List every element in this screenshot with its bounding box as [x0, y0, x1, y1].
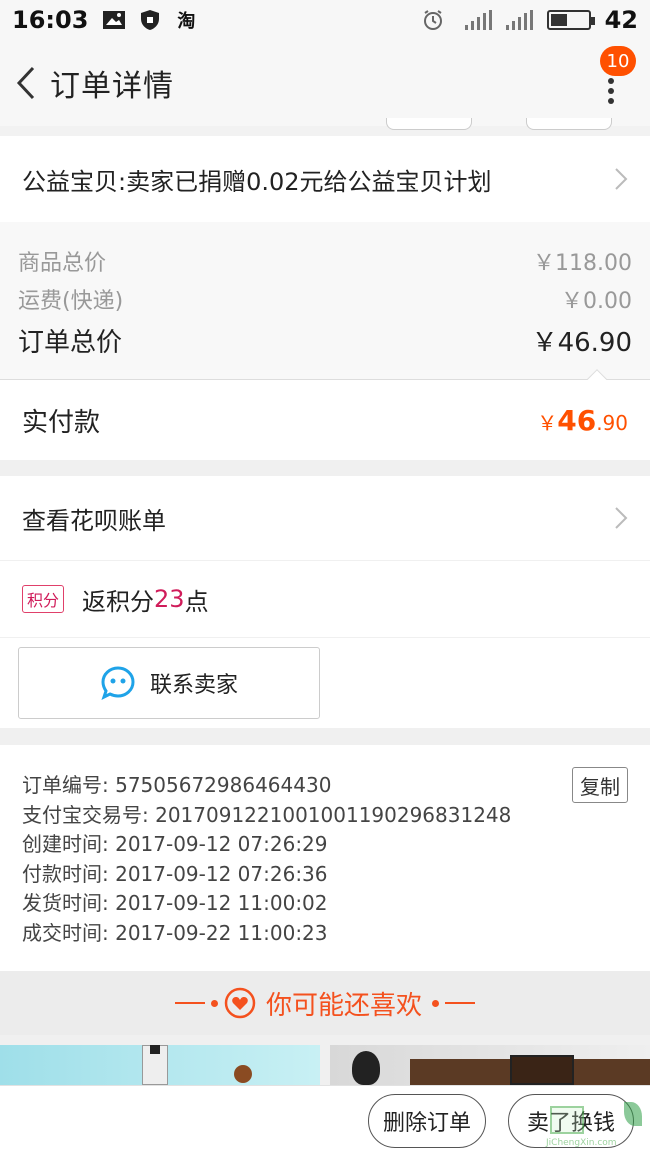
price-value: ￥0.00	[561, 289, 632, 314]
created-time: 创建时间: 2017-09-12 07:26:29	[22, 832, 328, 856]
shield-icon	[138, 10, 162, 30]
points-number: 23	[154, 585, 185, 613]
bottom-action-bar: 删除订单 卖了换钱 JiChengXin.com	[0, 1085, 650, 1155]
huabei-bill-row[interactable]: 查看花呗账单	[0, 476, 650, 560]
signal-icon	[464, 10, 492, 30]
price-label: 运费(快递)	[18, 289, 124, 314]
price-label: 商品总价	[18, 251, 107, 276]
points-row: 积分 返积分 23 点	[0, 561, 650, 637]
back-button[interactable]	[6, 53, 46, 113]
recommend-title: 你可能还喜欢	[265, 990, 422, 1021]
sell-for-cash-button[interactable]: 卖了换钱	[508, 1094, 634, 1148]
status-bar: 16:03 淘 42	[0, 0, 650, 40]
section-strip	[0, 118, 650, 136]
product-thumbnail[interactable]	[0, 1045, 320, 1085]
shipping-row: 运费(快递) ￥0.00	[18, 280, 632, 318]
image-icon	[102, 10, 126, 30]
charity-text: 公益宝贝:卖家已捐赠0.02元给公益宝贝计划	[22, 167, 492, 196]
order-info-section: 订单编号: 57505672986464430 支付宝交易号: 20170912…	[0, 745, 650, 971]
product-thumbnail[interactable]	[330, 1045, 650, 1085]
chevron-right-icon	[614, 167, 628, 191]
alarm-icon	[421, 10, 445, 30]
points-tag: 积分	[22, 585, 65, 613]
signal-icon	[505, 10, 533, 30]
price-value: ￥46.90	[531, 327, 632, 358]
battery-icon	[546, 10, 595, 30]
wangwang-chat-icon	[101, 666, 135, 700]
completed-time: 成交时间: 2017-09-22 11:00:23	[22, 920, 328, 945]
paid-amount-row: 实付款 ￥46.90	[0, 369, 650, 460]
delete-order-button[interactable]: 删除订单	[368, 1094, 486, 1148]
copy-button[interactable]: 复制	[572, 767, 628, 803]
chevron-right-icon	[614, 506, 628, 530]
paid-time: 付款时间: 2017-09-12 07:26:36	[22, 861, 328, 886]
contact-seller-label: 联系卖家	[149, 673, 238, 698]
goods-total-row: 商品总价 ￥118.00	[18, 242, 632, 280]
more-icon	[608, 78, 614, 84]
taobao-icon: 淘	[177, 11, 196, 32]
page-title: 订单详情	[50, 69, 174, 104]
huabei-section: 查看花呗账单	[0, 476, 650, 560]
contact-seller-button[interactable]: 联系卖家	[18, 647, 320, 719]
status-time: 16:03	[12, 6, 89, 34]
order-number: 订单编号: 57505672986464430	[22, 773, 332, 797]
price-value: ￥118.00	[533, 251, 632, 276]
charity-row[interactable]: 公益宝贝:卖家已捐赠0.02元给公益宝贝计划	[0, 136, 650, 222]
alipay-trade-number: 支付宝交易号: 2017091221001001190296831248	[22, 802, 512, 827]
huabei-label: 查看花呗账单	[22, 506, 166, 535]
price-summary: 商品总价 ￥118.00 运费(快递) ￥0.00 订单总价 ￥46.90	[0, 222, 650, 380]
paid-label: 实付款	[22, 407, 101, 438]
shipped-time: 发货时间: 2017-09-12 11:00:02	[22, 891, 328, 915]
contact-section: 联系卖家	[0, 638, 650, 728]
app-header: 订单详情 10	[0, 40, 650, 126]
notification-badge: 10	[600, 46, 636, 76]
battery-level: 42	[604, 6, 638, 34]
recommend-grid	[0, 1045, 650, 1085]
price-label: 订单总价	[18, 327, 123, 358]
charity-section: 公益宝贝:卖家已捐赠0.02元给公益宝贝计划	[0, 136, 650, 222]
order-total-row: 订单总价 ￥46.90	[18, 318, 632, 362]
heart-icon	[224, 987, 256, 1019]
chevron-left-icon	[16, 66, 35, 100]
recommend-header: 你可能还喜欢	[0, 971, 650, 1035]
paid-amount: ￥46.90	[537, 403, 628, 437]
